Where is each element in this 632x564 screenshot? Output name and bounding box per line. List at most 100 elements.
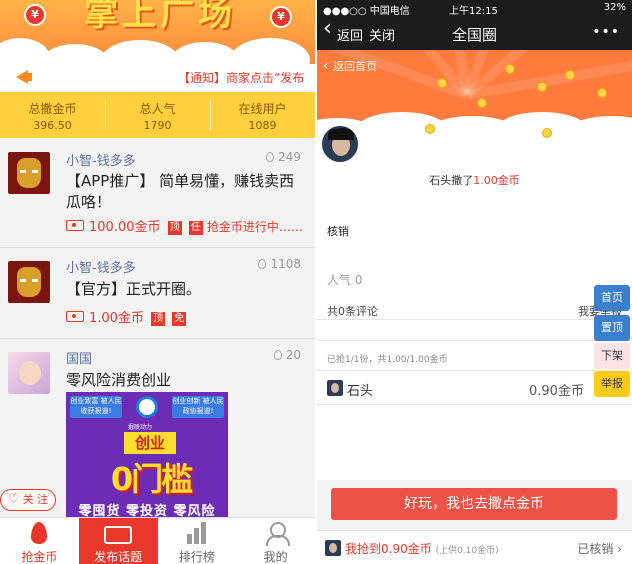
post-text: 【APP推广】 简单易懂，赚钱卖西瓜咯！ [66, 172, 295, 211]
top-badge: 顶 [167, 221, 182, 235]
red-coin-icon: ¥ [24, 4, 46, 26]
report-button[interactable]: 举报 [594, 371, 630, 397]
grab-summary: 已抢1/1份，共1.00/1.00金币 [327, 355, 448, 365]
post-author[interactable]: 小智-钱多多 [66, 150, 136, 169]
gold-coin-icon [542, 128, 552, 138]
home-button[interactable]: 首页 [594, 285, 630, 311]
like-count: 1108 [258, 257, 301, 271]
verified-status[interactable]: 已核销 [577, 540, 622, 557]
baby-photo [19, 361, 41, 385]
event-banner[interactable]: ¥ ¥ 掌上广场 [0, 0, 315, 64]
list-item[interactable]: 小智-钱多多 249 【APP推广】 简单易懂，赚钱卖西瓜咯！ 100.00金币… [0, 140, 315, 248]
gold-coin-icon [477, 98, 487, 108]
brand-logo-icon [136, 396, 158, 418]
cash-icon [104, 526, 133, 544]
bar-chart-icon [186, 522, 208, 544]
red-coin-icon: ¥ [270, 6, 292, 28]
gold-coin-icon [565, 70, 575, 80]
stat-value: 396.50 [33, 119, 72, 132]
gold-coin-icon [597, 88, 607, 98]
flame-icon [273, 350, 282, 360]
like-count: 249 [266, 150, 301, 164]
gold-reward: 100.00金币 顶 任 抢金币进行中…… [66, 216, 303, 235]
cloud-decoration [230, 38, 310, 64]
cash-icon [66, 311, 84, 322]
ad-banner-left: 创业致富 被人民收获报道! [70, 396, 122, 418]
divider [317, 370, 632, 371]
my-grab-text: 我抢到0.90金币 (上供0.10金币) [345, 542, 499, 556]
ad-chuangye: 创业 [124, 432, 176, 454]
scatter-gold-button[interactable]: 好玩，我也去撒点金币 [331, 488, 617, 520]
top-badge: 顶 [151, 312, 166, 326]
grab-amount: 0.90金币 [529, 384, 584, 399]
avatar[interactable] [320, 124, 360, 164]
tab-publish-topic[interactable]: 发布话题 [78, 518, 158, 564]
post-text: 零风险消费创业 [66, 371, 172, 389]
gold-coin-icon [505, 64, 515, 74]
divider [317, 340, 632, 341]
cloud-decoration [100, 40, 180, 64]
status-bar: ●●●○○ 中国电信 上午12:15 32% [317, 0, 632, 17]
stat-label: 总人气 [139, 102, 176, 116]
divider [317, 404, 632, 405]
tab-me[interactable]: 我的 [236, 518, 315, 564]
ad-banner-right: 创业创新 被人民政协报道! [172, 396, 224, 418]
gold-coin-icon [425, 124, 435, 134]
list-item[interactable]: 小智-钱多多 1108 【官方】正式开圈。 1.00金币 顶 免 [0, 249, 315, 339]
flame-icon [258, 259, 267, 269]
status-time: 上午12:15 [449, 6, 498, 17]
post-author[interactable]: 小智-钱多多 [66, 257, 136, 276]
notice-bar[interactable]: 【通知】商家点击“发布 [0, 64, 315, 90]
bottom-action-area: 好玩，我也去撒点金币 我抢到0.90金币 (上供0.10金币) 已核销 [317, 480, 632, 564]
stat-online-users: 在线用户 1089 [210, 92, 315, 138]
battery-level: 32% [603, 2, 626, 13]
post-author[interactable]: 国国 [66, 348, 92, 367]
carrier-text: ●●●○○ 中国电信 [323, 6, 410, 17]
stat-label: 总撒金币 [28, 102, 77, 116]
verify-label: 核销 [327, 225, 349, 238]
gold-coin-icon [437, 78, 447, 88]
pin-top-button[interactable]: 置顶 [594, 315, 630, 341]
right-screen: ●●●○○ 中国电信 上午12:15 32% 返回 关闭 全国圈 ••• 返回首… [317, 0, 632, 564]
tab-grab-gold[interactable]: 抢金币 [0, 518, 79, 564]
user-icon [265, 522, 290, 546]
take-down-button[interactable]: 下架 [594, 343, 630, 369]
flame-icon [266, 152, 275, 162]
more-icon[interactable]: ••• [592, 24, 620, 40]
fire-icon [31, 522, 48, 544]
ad-tagline: 零囤货 零投资 零风险 [78, 504, 216, 517]
stat-label: 在线用户 [238, 102, 287, 116]
my-grab-row[interactable]: 我抢到0.90金币 (上供0.10金币) 已核销 [317, 530, 632, 564]
free-badge: 免 [172, 312, 187, 326]
cloud-decoration [567, 116, 632, 148]
task-badge: 任 [188, 221, 203, 235]
nav-bar: 返回 关闭 全国圈 ••• [317, 16, 632, 50]
avatar [325, 540, 341, 556]
stats-bar: 总撒金币 396.50 总人气 1790 在线用户 1089 [0, 92, 315, 138]
progress-status: 抢金币进行中…… [206, 220, 303, 234]
page-title: 全国圈 [451, 26, 497, 44]
back-home-link[interactable]: 返回首页 [323, 58, 377, 74]
popularity-count: 人气 0 [327, 273, 363, 287]
ironman-icon [17, 158, 41, 188]
grabber-name: 石头 [347, 384, 374, 399]
avatar[interactable] [8, 261, 50, 303]
avatar[interactable] [8, 152, 50, 194]
post-image[interactable]: 创业致富 被人民收获报道! 创业创新 被人民政协报道! 掘联动力 创业 0门槛 … [66, 392, 228, 517]
divider [317, 319, 632, 320]
like-count: 20 [273, 348, 301, 362]
tab-leaderboard[interactable]: 排行榜 [158, 518, 237, 564]
notice-text: 【通知】商家点击“发布 [178, 71, 305, 85]
comment-count: 共0条评论 [327, 305, 378, 318]
grab-record-row: 石头 0.90金币 [317, 372, 632, 404]
gold-reward: 1.00金币 顶 免 [66, 307, 187, 326]
ironman-icon [17, 267, 41, 297]
stat-total-gold: 总撒金币 396.50 [0, 92, 105, 138]
ad-headline: 0门槛 [110, 460, 193, 498]
stat-value: 1089 [248, 119, 277, 132]
ad-brand: 掘联动力 [128, 424, 153, 431]
banner-title: 掌上广场 [84, 0, 236, 34]
follow-button[interactable]: 关 注 [0, 489, 56, 511]
avatar[interactable] [8, 352, 50, 394]
avatar [327, 380, 343, 396]
